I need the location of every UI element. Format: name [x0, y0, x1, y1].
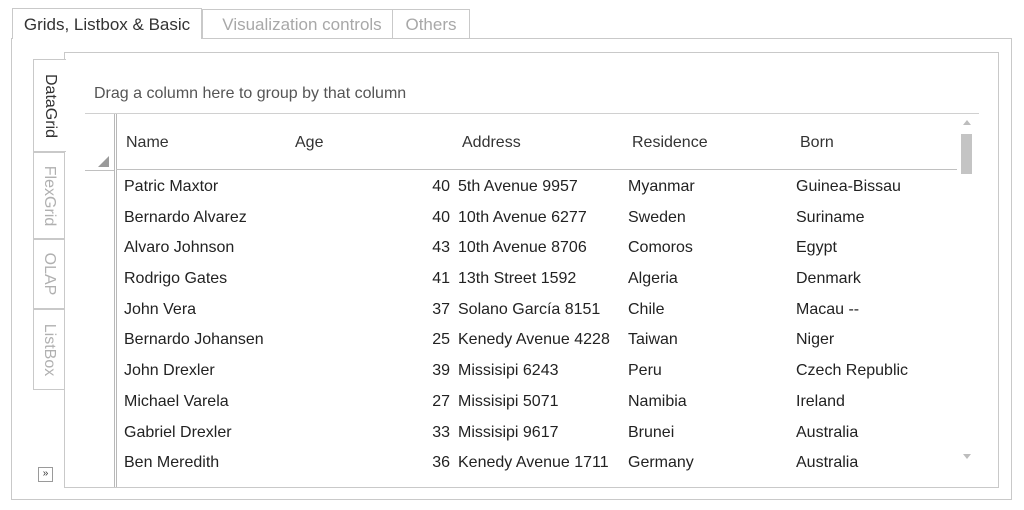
side-tabs-expand-button[interactable]: »: [38, 467, 53, 482]
cell-age[interactable]: 43: [406, 239, 450, 257]
side-tab-listbox[interactable]: ListBox: [33, 309, 64, 390]
cell-name[interactable]: Rodrigo Gates: [124, 270, 227, 288]
grid-rows: Patric Maxtor 40 5th Avenue 9957 Myanmar…: [116, 172, 957, 479]
cell-born[interactable]: Macau --: [796, 301, 859, 319]
cell-age[interactable]: 25: [406, 331, 450, 349]
table-row[interactable]: Ben Meredith 36 Kenedy Avenue 1711 Germa…: [116, 448, 957, 479]
cell-address[interactable]: 13th Street 1592: [458, 270, 576, 288]
cell-address[interactable]: Solano García 8151: [458, 301, 600, 319]
cell-name[interactable]: Alvaro Johnson: [124, 239, 234, 257]
table-row[interactable]: Bernardo Johansen 25 Kenedy Avenue 4228 …: [116, 325, 957, 356]
cell-born[interactable]: Australia: [796, 454, 858, 472]
table-row[interactable]: John Drexler 39 Missisipi 6243 Peru Czec…: [116, 356, 957, 387]
cell-age[interactable]: 36: [406, 454, 450, 472]
cell-residence[interactable]: Namibia: [628, 393, 687, 411]
select-all-corner[interactable]: [85, 114, 114, 170]
table-row[interactable]: Alvaro Johnson 43 10th Avenue 8706 Comor…: [116, 233, 957, 264]
cell-age[interactable]: 39: [406, 362, 450, 380]
scroll-thumb[interactable]: [961, 134, 972, 174]
cell-age[interactable]: 41: [406, 270, 450, 288]
cell-born[interactable]: Czech Republic: [796, 362, 908, 380]
side-tab-flexgrid[interactable]: FlexGrid: [33, 152, 64, 239]
table-row[interactable]: Michael Varela 27 Missisipi 5071 Namibia…: [116, 387, 957, 418]
scroll-up-arrow-icon[interactable]: [963, 120, 971, 125]
cell-name[interactable]: Ben Meredith: [124, 454, 219, 472]
side-tab-olap[interactable]: OLAP: [33, 239, 64, 309]
group-by-drop-area[interactable]: Drag a column here to group by that colu…: [94, 85, 406, 103]
row-header-divider: [114, 114, 115, 487]
cell-age[interactable]: 40: [406, 209, 450, 227]
cell-address[interactable]: 10th Avenue 6277: [458, 209, 587, 227]
cell-born[interactable]: Egypt: [796, 239, 837, 257]
cell-address[interactable]: Missisipi 9617: [458, 424, 558, 442]
cell-name[interactable]: John Vera: [124, 301, 196, 319]
cell-residence[interactable]: Myanmar: [628, 178, 695, 196]
cell-address[interactable]: Missisipi 5071: [458, 393, 558, 411]
side-tab-datagrid-label: DataGrid: [42, 73, 59, 138]
cell-name[interactable]: John Drexler: [124, 362, 215, 380]
cell-born[interactable]: Australia: [796, 424, 858, 442]
cell-name[interactable]: Gabriel Drexler: [124, 424, 232, 442]
cell-born[interactable]: Suriname: [796, 209, 864, 227]
tab-others[interactable]: Others: [392, 9, 470, 38]
cell-born[interactable]: Guinea-Bissau: [796, 178, 901, 196]
cell-born[interactable]: Niger: [796, 331, 834, 349]
side-tab-datagrid[interactable]: DataGrid: [33, 59, 66, 152]
cell-residence[interactable]: Chile: [628, 301, 664, 319]
cell-residence[interactable]: Peru: [628, 362, 662, 380]
cell-address[interactable]: Kenedy Avenue 4228: [458, 331, 610, 349]
side-tab-flexgrid-label: FlexGrid: [41, 165, 58, 226]
cell-age[interactable]: 27: [406, 393, 450, 411]
column-header-born[interactable]: Born: [800, 134, 834, 152]
cell-name[interactable]: Bernardo Johansen: [124, 331, 264, 349]
cell-residence[interactable]: Comoros: [628, 239, 693, 257]
cell-name[interactable]: Patric Maxtor: [124, 178, 218, 196]
column-header-residence[interactable]: Residence: [632, 134, 708, 152]
column-header-age[interactable]: Age: [295, 134, 323, 152]
tab-visualization-controls[interactable]: Visualization controls: [202, 9, 402, 38]
cell-residence[interactable]: Brunei: [628, 424, 674, 442]
scroll-down-arrow-icon[interactable]: [963, 454, 971, 459]
side-tab-olap-label: OLAP: [41, 252, 58, 296]
select-all-triangle-icon: [98, 156, 109, 167]
cell-age[interactable]: 37: [406, 301, 450, 319]
cell-address[interactable]: 10th Avenue 8706: [458, 239, 587, 257]
cell-residence[interactable]: Taiwan: [628, 331, 678, 349]
table-row[interactable]: Patric Maxtor 40 5th Avenue 9957 Myanmar…: [116, 172, 957, 203]
column-header-address[interactable]: Address: [462, 134, 521, 152]
vertical-scrollbar[interactable]: [958, 114, 978, 464]
column-header-name[interactable]: Name: [126, 134, 169, 152]
data-grid: Name Age Address Residence Born Patric M…: [85, 114, 957, 487]
cell-address[interactable]: Kenedy Avenue 1711: [458, 454, 609, 472]
column-header-row: Name Age Address Residence Born: [116, 114, 957, 170]
cell-age[interactable]: 40: [406, 178, 450, 196]
table-row[interactable]: Rodrigo Gates 41 13th Street 1592 Algeri…: [116, 264, 957, 295]
cell-residence[interactable]: Algeria: [628, 270, 678, 288]
cell-born[interactable]: Denmark: [796, 270, 861, 288]
cell-age[interactable]: 33: [406, 424, 450, 442]
cell-residence[interactable]: Germany: [628, 454, 694, 472]
table-row[interactable]: Bernardo Alvarez 40 10th Avenue 6277 Swe…: [116, 203, 957, 234]
corner-divider: [85, 170, 114, 171]
table-row[interactable]: Gabriel Drexler 33 Missisipi 9617 Brunei…: [116, 418, 957, 449]
table-row[interactable]: John Vera 37 Solano García 8151 Chile Ma…: [116, 295, 957, 326]
side-tab-listbox-label: ListBox: [41, 323, 58, 376]
cell-address[interactable]: 5th Avenue 9957: [458, 178, 578, 196]
cell-residence[interactable]: Sweden: [628, 209, 686, 227]
cell-name[interactable]: Bernardo Alvarez: [124, 209, 247, 227]
tab-grids-listbox-basic[interactable]: Grids, Listbox & Basic: [12, 8, 202, 39]
cell-born[interactable]: Ireland: [796, 393, 845, 411]
cell-name[interactable]: Michael Varela: [124, 393, 229, 411]
datagrid-panel: Drag a column here to group by that colu…: [64, 52, 999, 488]
cell-address[interactable]: Missisipi 6243: [458, 362, 558, 380]
